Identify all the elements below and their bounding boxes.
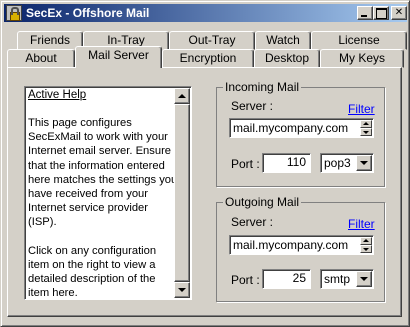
- dropdown-button[interactable]: [356, 271, 372, 287]
- title-bar[interactable]: SecEx - Offshore Mail ✕: [4, 4, 407, 22]
- padlock-icon[interactable]: [6, 5, 22, 21]
- tab-about[interactable]: About: [7, 49, 75, 68]
- outgoing-server-spinner[interactable]: [360, 237, 372, 253]
- outgoing-protocol-select[interactable]: smtp: [320, 269, 374, 289]
- chevron-down-icon: [360, 277, 368, 281]
- incoming-mail-legend: Incoming Mail: [223, 80, 302, 94]
- tab-out-tray[interactable]: Out-Tray: [169, 31, 255, 50]
- spin-down-button[interactable]: [360, 128, 372, 136]
- spin-up-button[interactable]: [360, 120, 372, 128]
- tab-my-keys[interactable]: My Keys: [320, 49, 404, 68]
- tab-encryption[interactable]: Encryption: [162, 49, 254, 68]
- help-paragraph: This page configures SecExMail to work w…: [28, 117, 178, 229]
- incoming-server-field[interactable]: mail.mycompany.com: [229, 118, 374, 138]
- spin-down-button[interactable]: [360, 245, 372, 253]
- help-title: Active Help: [28, 89, 87, 101]
- tab-mail-server[interactable]: Mail Server: [75, 46, 162, 68]
- window-title: SecEx - Offshore Mail: [26, 6, 150, 20]
- outgoing-server-field[interactable]: mail.mycompany.com: [229, 235, 374, 255]
- arrow-up-icon: [363, 122, 369, 125]
- incoming-server-value: mail.mycompany.com: [233, 121, 349, 135]
- outgoing-server-value: mail.mycompany.com: [233, 238, 349, 252]
- arrow-down-icon: [363, 131, 369, 134]
- incoming-port-field[interactable]: 110: [262, 153, 311, 173]
- tab-license[interactable]: License: [311, 31, 407, 50]
- tab-desktop[interactable]: Desktop: [254, 49, 320, 68]
- arrow-down-icon: [363, 248, 369, 251]
- tab-watch[interactable]: Watch: [255, 31, 311, 50]
- outgoing-port-field[interactable]: 25: [262, 269, 311, 289]
- tab-friends[interactable]: Friends: [17, 31, 83, 50]
- scroll-thumb[interactable]: [174, 104, 190, 282]
- outgoing-port-label: Port :: [231, 273, 260, 287]
- active-help-box[interactable]: Active Help This page configures SecExMa…: [24, 86, 192, 300]
- incoming-protocol-value: pop3: [324, 156, 351, 170]
- help-paragraph: Click on any configuration item on the r…: [28, 244, 157, 300]
- incoming-filter-link[interactable]: Filter: [348, 102, 375, 116]
- dropdown-button[interactable]: [356, 155, 372, 171]
- incoming-protocol-select[interactable]: pop3: [320, 153, 374, 173]
- chevron-down-icon: [360, 161, 368, 165]
- outgoing-mail-legend: Outgoing Mail: [223, 195, 302, 209]
- arrow-down-icon: [178, 288, 186, 292]
- outgoing-server-label: Server :: [231, 215, 274, 229]
- incoming-port-label: Port :: [231, 157, 260, 171]
- incoming-server-spinner[interactable]: [360, 120, 372, 136]
- arrow-up-icon: [178, 94, 186, 98]
- minimize-button[interactable]: [357, 6, 373, 20]
- maximize-button[interactable]: [373, 6, 389, 20]
- close-button[interactable]: ✕: [391, 6, 407, 20]
- outgoing-filter-link[interactable]: Filter: [348, 217, 375, 231]
- scroll-down-button[interactable]: [174, 282, 190, 298]
- spin-up-button[interactable]: [360, 237, 372, 245]
- scroll-up-button[interactable]: [174, 88, 190, 104]
- outgoing-protocol-value: smtp: [324, 272, 351, 286]
- arrow-up-icon: [363, 239, 369, 242]
- incoming-server-label: Server :: [231, 99, 274, 113]
- help-scrollbar[interactable]: [174, 88, 190, 298]
- help-text: This page configures SecExMail to work w…: [28, 116, 178, 314]
